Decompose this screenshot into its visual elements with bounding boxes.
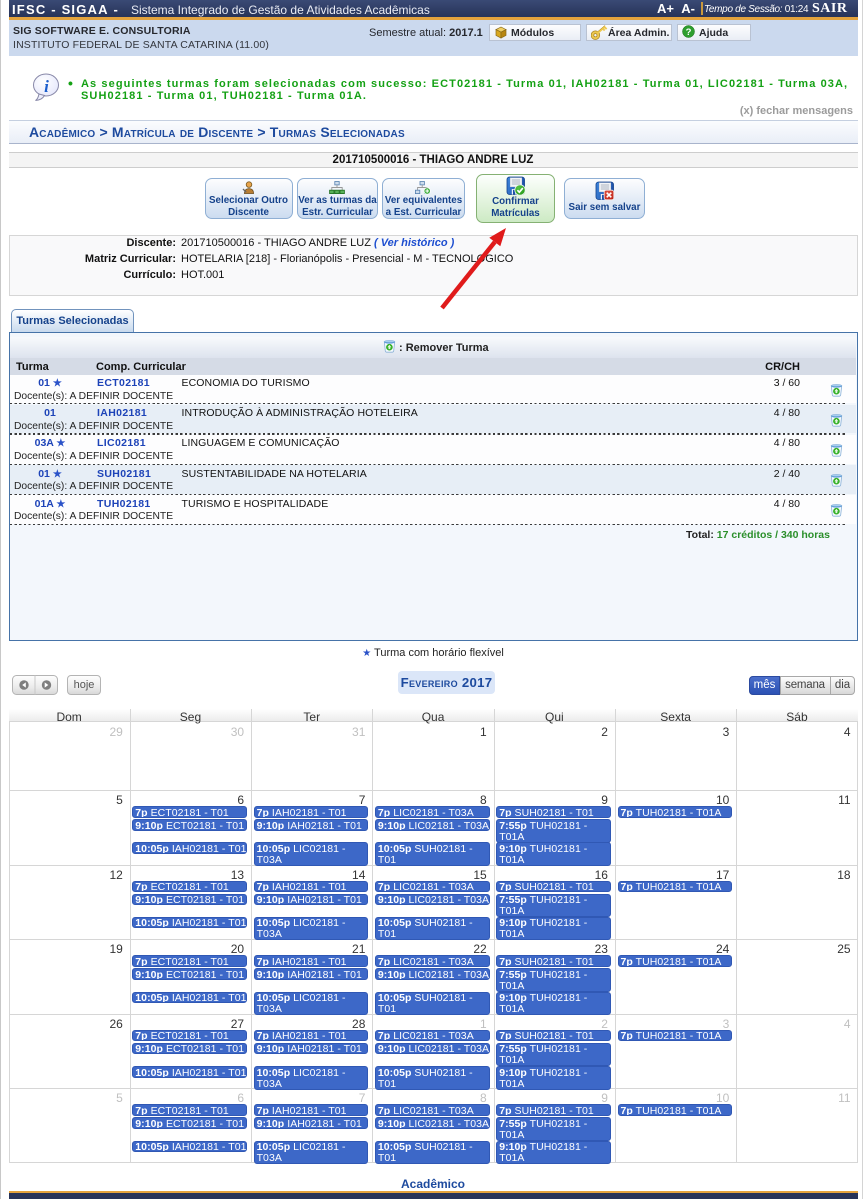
svg-text:?: ? [686, 27, 692, 38]
svg-text:i: i [44, 77, 49, 96]
